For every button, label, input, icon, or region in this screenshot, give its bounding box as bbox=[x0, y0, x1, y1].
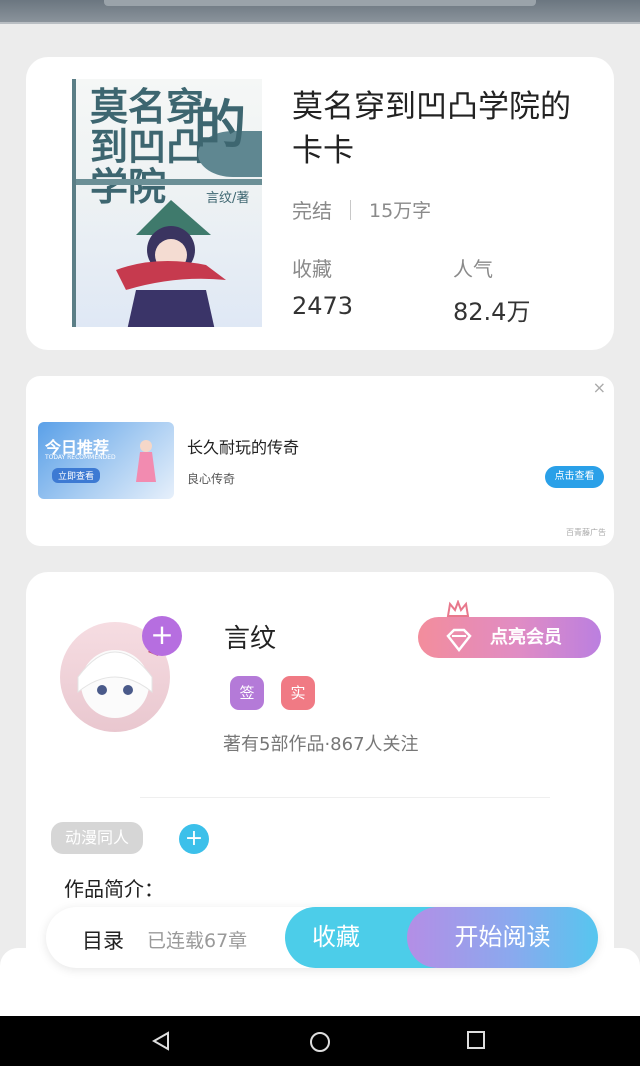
recents-icon[interactable] bbox=[466, 1030, 486, 1050]
crown-icon bbox=[446, 600, 470, 617]
book-status: 完结 bbox=[292, 199, 332, 223]
ad-title[interactable]: 长久耐玩的传奇 bbox=[187, 434, 299, 458]
ad-image[interactable]: 今日推荐 TODAY RECOMMENDED 立即查看 bbox=[38, 422, 174, 499]
signed-badge: 签 bbox=[230, 676, 264, 710]
popularity-value: 82.4万 bbox=[453, 298, 531, 326]
ad-card[interactable]: × 今日推荐 TODAY RECOMMENDED 立即查看 长久耐玩的传奇 良心… bbox=[26, 376, 614, 546]
book-title: 莫名穿到凹凸学院的卡卡 bbox=[292, 89, 571, 169]
book-info-card: 莫名穿到凹凸学院 的 言纹/著 莫名穿到凹凸学院的卡卡 完结 15万字 收藏 2… bbox=[26, 57, 614, 350]
chapter-count: 已连载67章 bbox=[147, 930, 248, 952]
cover-title: 莫名穿到凹凸学院 bbox=[90, 84, 205, 209]
start-reading-button[interactable]: 开始阅读 bbox=[407, 907, 598, 968]
home-icon[interactable] bbox=[308, 1030, 332, 1054]
cover-character-illustration bbox=[116, 200, 226, 327]
favorites-label: 收藏 bbox=[292, 257, 332, 281]
author-works-info: 著有5部作品·867人关注 bbox=[223, 734, 419, 755]
search-strip bbox=[104, 0, 536, 6]
favorites-stat: 收藏 2473 bbox=[292, 253, 353, 320]
ad-image-subtitle: TODAY RECOMMENDED bbox=[45, 454, 116, 461]
system-nav-bar bbox=[0, 1016, 640, 1066]
cover-de-character: 的 bbox=[194, 96, 247, 156]
toc-button[interactable]: 目录 bbox=[82, 925, 124, 955]
author-name[interactable]: 言纹 bbox=[224, 618, 276, 655]
favorites-value: 2473 bbox=[292, 292, 354, 320]
add-tag-button[interactable]: + bbox=[179, 824, 209, 854]
ad-girl-illustration bbox=[136, 440, 156, 482]
book-cover[interactable]: 莫名穿到凹凸学院 的 言纹/著 bbox=[72, 79, 262, 327]
bottom-action-bar: 目录 已连载67章 收藏 开始阅读 bbox=[46, 907, 598, 968]
book-word-count: 15万字 bbox=[369, 200, 432, 222]
intro-heading: 作品简介： bbox=[64, 877, 164, 901]
cover-band bbox=[76, 179, 262, 185]
genre-tag[interactable]: 动漫同人 bbox=[51, 822, 144, 854]
diamond-icon bbox=[446, 628, 472, 652]
vip-button-label: 点亮会员 bbox=[490, 627, 562, 648]
meta-divider bbox=[350, 199, 351, 220]
book-meta: 完结 15万字 bbox=[292, 195, 431, 224]
ad-image-button: 立即查看 bbox=[52, 468, 101, 483]
ad-source-tag: 百青藤广告 bbox=[566, 528, 606, 537]
follow-author-button[interactable]: + bbox=[142, 616, 182, 656]
popularity-label: 人气 bbox=[453, 257, 493, 281]
close-icon[interactable]: × bbox=[593, 378, 606, 397]
ad-view-button[interactable]: 点击查看 bbox=[545, 466, 604, 488]
section-divider bbox=[140, 797, 550, 798]
verified-badge: 实 bbox=[281, 676, 315, 710]
popularity-stat: 人气 82.4万 bbox=[453, 253, 530, 327]
ad-subtitle: 良心传奇 bbox=[187, 472, 236, 486]
back-icon[interactable] bbox=[150, 1030, 172, 1052]
status-bar bbox=[0, 0, 640, 24]
